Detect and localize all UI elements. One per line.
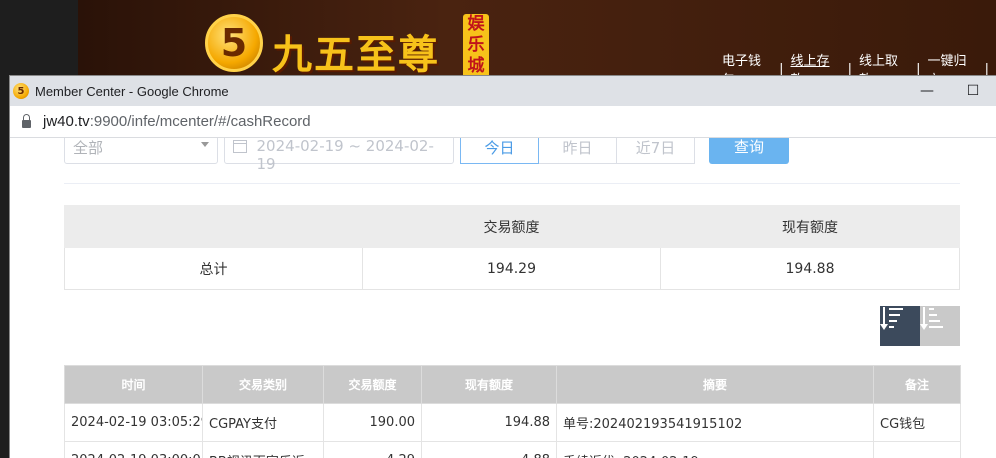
divider (64, 183, 960, 184)
nav-separator: | (916, 61, 921, 77)
col-header-note[interactable]: 备注 (873, 365, 961, 404)
date-range-picker[interactable]: 2024-02-19 ~ 2024-02-19 (224, 138, 454, 173)
yesterday-button[interactable]: 昨日 (538, 138, 617, 164)
summary-header-current-amount: 现有额度 (660, 205, 960, 248)
sort-ascending-button[interactable] (920, 306, 960, 346)
records-table: 时间 交易类别 交易额度 现有额度 摘要 备注 2024-02-19 03:05… (64, 365, 961, 458)
nav-separator: | (984, 61, 989, 77)
chevron-down-icon (201, 142, 209, 147)
cell-time: 2024-02-19 03:05:29 (64, 403, 203, 442)
chrome-popup-window: 5 Member Center - Google Chrome — ☐ jw40… (10, 76, 996, 458)
cell-type: BB视讯百家乐返 (202, 441, 324, 458)
summary-total-label: 总计 (64, 247, 363, 290)
window-title: Member Center - Google Chrome (35, 83, 229, 99)
site-logo-text: 九五至尊 (272, 31, 440, 78)
url-text[interactable]: jw40.tv:9900/infe/mcenter/#/cashRecord (43, 113, 311, 130)
quick-date-buttons: 今日 昨日 近7日 (460, 138, 695, 164)
logo-icon: 5 (205, 14, 263, 72)
site-logo-badge: 娱乐城 (463, 14, 489, 78)
cell-time: 2024-02-19 03:00:05 (64, 441, 203, 458)
minimize-button[interactable]: — (904, 76, 950, 106)
window-titlebar[interactable]: 5 Member Center - Google Chrome — ☐ (10, 76, 996, 106)
type-select[interactable]: 全部 (64, 138, 218, 164)
col-header-time[interactable]: 时间 (64, 365, 203, 404)
address-bar[interactable]: jw40.tv:9900/infe/mcenter/#/cashRecord (10, 106, 996, 138)
calendar-icon (233, 140, 247, 153)
sort-toggle (880, 306, 960, 346)
last-7-days-button[interactable]: 近7日 (616, 138, 695, 164)
summary-header-blank (64, 205, 363, 248)
cell-note: CG钱包 (873, 403, 961, 442)
today-button[interactable]: 今日 (460, 138, 539, 164)
lock-icon (22, 113, 31, 128)
sort-ascending-icon (920, 306, 960, 346)
query-button[interactable]: 查询 (709, 138, 789, 164)
filter-bar: 全部 2024-02-19 ~ 2024-02-19 今日 昨日 近7日 查询 (64, 138, 964, 173)
maximize-button[interactable]: ☐ (950, 76, 996, 106)
summary-trade-amount: 194.29 (362, 247, 661, 290)
site-favicon-icon: 5 (13, 83, 29, 99)
nav-separator: | (847, 61, 852, 77)
cell-summary: 单号:202402193541915102 (556, 403, 874, 442)
sort-descending-button[interactable] (880, 306, 920, 346)
summary-header-trade-amount: 交易额度 (362, 205, 661, 248)
summary-current-amount: 194.88 (660, 247, 960, 290)
table-row: 2024-02-19 03:00:05 BB视讯百家乐返 4.29 4.88 手… (64, 441, 961, 458)
summary-table: 交易额度 现有额度 总计 194.29 194.88 (64, 205, 960, 290)
cell-type: CGPAY支付 (202, 403, 324, 442)
cell-amount: 190.00 (323, 403, 422, 442)
sort-descending-icon (880, 306, 920, 346)
nav-separator: | (779, 61, 784, 77)
cell-amount: 4.29 (323, 441, 422, 458)
col-header-balance[interactable]: 现有额度 (421, 365, 557, 404)
cell-balance: 194.88 (421, 403, 557, 442)
col-header-summary[interactable]: 摘要 (556, 365, 874, 404)
col-header-type[interactable]: 交易类别 (202, 365, 324, 404)
cell-summary: 手续返优, 2024-02-19 (556, 441, 874, 458)
cell-balance: 4.88 (421, 441, 557, 458)
cash-record-page: 全部 2024-02-19 ~ 2024-02-19 今日 昨日 近7日 查询 … (10, 138, 996, 458)
cell-note (873, 441, 961, 458)
records-header-row: 时间 交易类别 交易额度 现有额度 摘要 备注 (64, 365, 961, 404)
table-row: 2024-02-19 03:05:29 CGPAY支付 190.00 194.8… (64, 403, 961, 442)
col-header-amount[interactable]: 交易额度 (323, 365, 422, 404)
